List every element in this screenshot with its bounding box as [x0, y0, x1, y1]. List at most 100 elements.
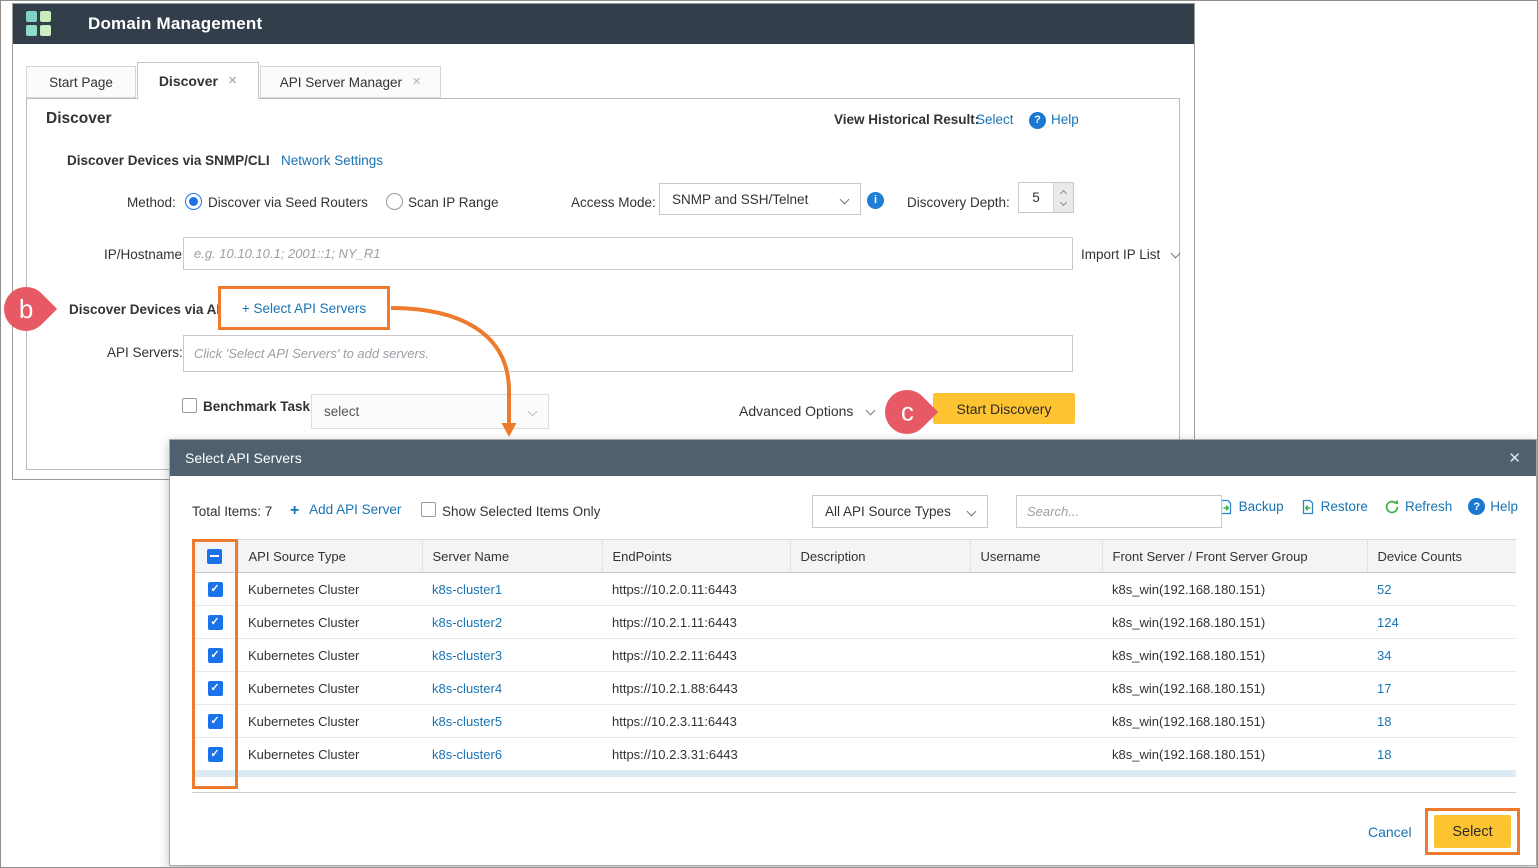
select-api-servers-link[interactable]: + Select API Servers: [242, 301, 366, 316]
discovery-depth-stepper[interactable]: 5: [1018, 182, 1074, 213]
view-historical-select-link[interactable]: Select: [976, 112, 1014, 127]
start-discovery-button[interactable]: Start Discovery: [933, 393, 1075, 424]
discovery-depth-label: Discovery Depth:: [907, 195, 1010, 210]
search-box: [1016, 495, 1222, 528]
api-section-label: Discover Devices via API: [69, 302, 229, 317]
plus-icon: +: [290, 502, 299, 519]
backup-button[interactable]: Backup: [1218, 499, 1284, 515]
app-grid-icon[interactable]: [26, 11, 52, 37]
column-header: Device Counts: [1367, 540, 1516, 573]
column-header: Username: [970, 540, 1102, 573]
api-servers-input[interactable]: [183, 335, 1073, 372]
endpoints-cell: https://10.2.3.11:6443: [602, 705, 790, 738]
server-name-link[interactable]: k8s-cluster5: [432, 714, 502, 729]
api-source-type-cell: Kubernetes Cluster: [238, 573, 422, 606]
api-source-type-cell: Kubernetes Cluster: [238, 738, 422, 771]
radio-discover-via-seed-routers[interactable]: [185, 193, 202, 210]
table-cell: [192, 738, 238, 771]
device-count-link[interactable]: 17: [1377, 681, 1391, 696]
radio-label: Discover via Seed Routers: [208, 195, 368, 210]
view-historical-label: View Historical Result:: [834, 112, 979, 127]
row-checkbox[interactable]: [208, 648, 223, 663]
help-label: Help: [1490, 499, 1518, 514]
ip-hostname-input[interactable]: [183, 237, 1073, 270]
column-header: API Source Type: [238, 540, 422, 573]
api-server-table-body: Kubernetes Cluster k8s-cluster1 https://10…: [192, 573, 1516, 771]
benchmark-task-select[interactable]: select: [311, 394, 549, 429]
tab-discover[interactable]: Discover ✕: [137, 62, 259, 99]
close-tab-icon[interactable]: ✕: [228, 76, 237, 87]
help-link[interactable]: Help: [1051, 112, 1079, 127]
device-count-link[interactable]: 18: [1377, 747, 1391, 762]
description-cell: [790, 738, 970, 771]
total-items-label: Total Items: 7: [192, 504, 272, 519]
close-icon[interactable]: ✕: [1508, 449, 1521, 467]
page: Domain Management Start Page Discover ✕ …: [0, 0, 1538, 868]
select-all-header: [192, 540, 238, 573]
table-cell: k8s-cluster4: [422, 672, 602, 705]
api-source-type-cell: Kubernetes Cluster: [238, 672, 422, 705]
add-api-server-link[interactable]: + Add API Server: [290, 502, 401, 520]
tab-api-server-manager[interactable]: API Server Manager ✕: [260, 66, 441, 98]
radio-scan-ip-range[interactable]: [386, 193, 403, 210]
ip-hostname-label: IP/Hostname:: [104, 247, 186, 262]
front-server-cell: k8s_win(192.168.180.151): [1102, 606, 1367, 639]
table-row: Kubernetes Clusterk8s-cluster4https://10…: [192, 672, 1516, 705]
table-cell: [192, 639, 238, 672]
tab-label: Start Page: [49, 75, 113, 90]
row-checkbox[interactable]: [208, 681, 223, 696]
row-checkbox[interactable]: [208, 615, 223, 630]
table-cell: 34: [1367, 639, 1516, 672]
device-count-link[interactable]: 34: [1377, 648, 1391, 663]
device-count-link[interactable]: 18: [1377, 714, 1391, 729]
select-api-servers-dialog: Select API Servers ✕ Total Items: 7 + Ad…: [169, 439, 1537, 866]
import-ip-list-label: Import IP List: [1081, 247, 1160, 262]
show-selected-checkbox[interactable]: [421, 502, 436, 517]
backup-label: Backup: [1239, 499, 1284, 514]
info-icon[interactable]: i: [867, 191, 884, 209]
refresh-button[interactable]: Refresh: [1384, 499, 1452, 515]
username-cell: [970, 672, 1102, 705]
table-cell: k8s-cluster3: [422, 639, 602, 672]
help-icon[interactable]: ?: [1029, 111, 1046, 129]
cancel-button[interactable]: Cancel: [1368, 824, 1412, 840]
help-button[interactable]: ? Help: [1468, 498, 1518, 515]
restore-button[interactable]: Restore: [1300, 499, 1368, 515]
table-cell: k8s-cluster1: [422, 573, 602, 606]
benchmark-task-label: Benchmark Task:: [203, 399, 315, 414]
column-header: Server Name: [422, 540, 602, 573]
device-count-link[interactable]: 124: [1377, 615, 1399, 630]
api-source-type-cell: Kubernetes Cluster: [238, 606, 422, 639]
chevron-down-icon: [528, 407, 538, 417]
benchmark-task-checkbox[interactable]: [182, 398, 197, 413]
close-tab-icon[interactable]: ✕: [412, 77, 421, 88]
device-count-link[interactable]: 52: [1377, 582, 1391, 597]
api-server-table: API Source Type Server Name EndPoints De…: [192, 539, 1516, 771]
stepper-arrows[interactable]: [1053, 183, 1073, 212]
help-icon: ?: [1468, 498, 1485, 515]
advanced-options-toggle[interactable]: Advanced Options: [739, 403, 874, 419]
import-ip-list-menu[interactable]: Import IP List: [1081, 247, 1179, 262]
server-name-link[interactable]: k8s-cluster1: [432, 582, 502, 597]
server-name-link[interactable]: k8s-cluster6: [432, 747, 502, 762]
front-server-cell: k8s_win(192.168.180.151): [1102, 573, 1367, 606]
server-name-link[interactable]: k8s-cluster4: [432, 681, 502, 696]
table-end-line: [192, 792, 1516, 793]
table-cell: 18: [1367, 705, 1516, 738]
row-checkbox[interactable]: [208, 714, 223, 729]
refresh-icon: [1384, 499, 1400, 515]
server-name-link[interactable]: k8s-cluster3: [432, 648, 502, 663]
access-mode-select[interactable]: SNMP and SSH/Telnet: [659, 183, 861, 215]
select-all-checkbox[interactable]: [207, 549, 222, 564]
refresh-label: Refresh: [1405, 499, 1452, 514]
access-mode-label: Access Mode:: [571, 195, 656, 210]
row-checkbox[interactable]: [208, 747, 223, 762]
api-source-type-filter[interactable]: All API Source Types: [812, 495, 988, 528]
add-api-server-label: Add API Server: [309, 502, 401, 517]
chevron-down-icon: [866, 406, 876, 416]
tab-start-page[interactable]: Start Page: [26, 66, 136, 98]
network-settings-link[interactable]: Network Settings: [281, 153, 383, 168]
search-input[interactable]: [1016, 495, 1222, 528]
row-checkbox[interactable]: [208, 582, 223, 597]
server-name-link[interactable]: k8s-cluster2: [432, 615, 502, 630]
